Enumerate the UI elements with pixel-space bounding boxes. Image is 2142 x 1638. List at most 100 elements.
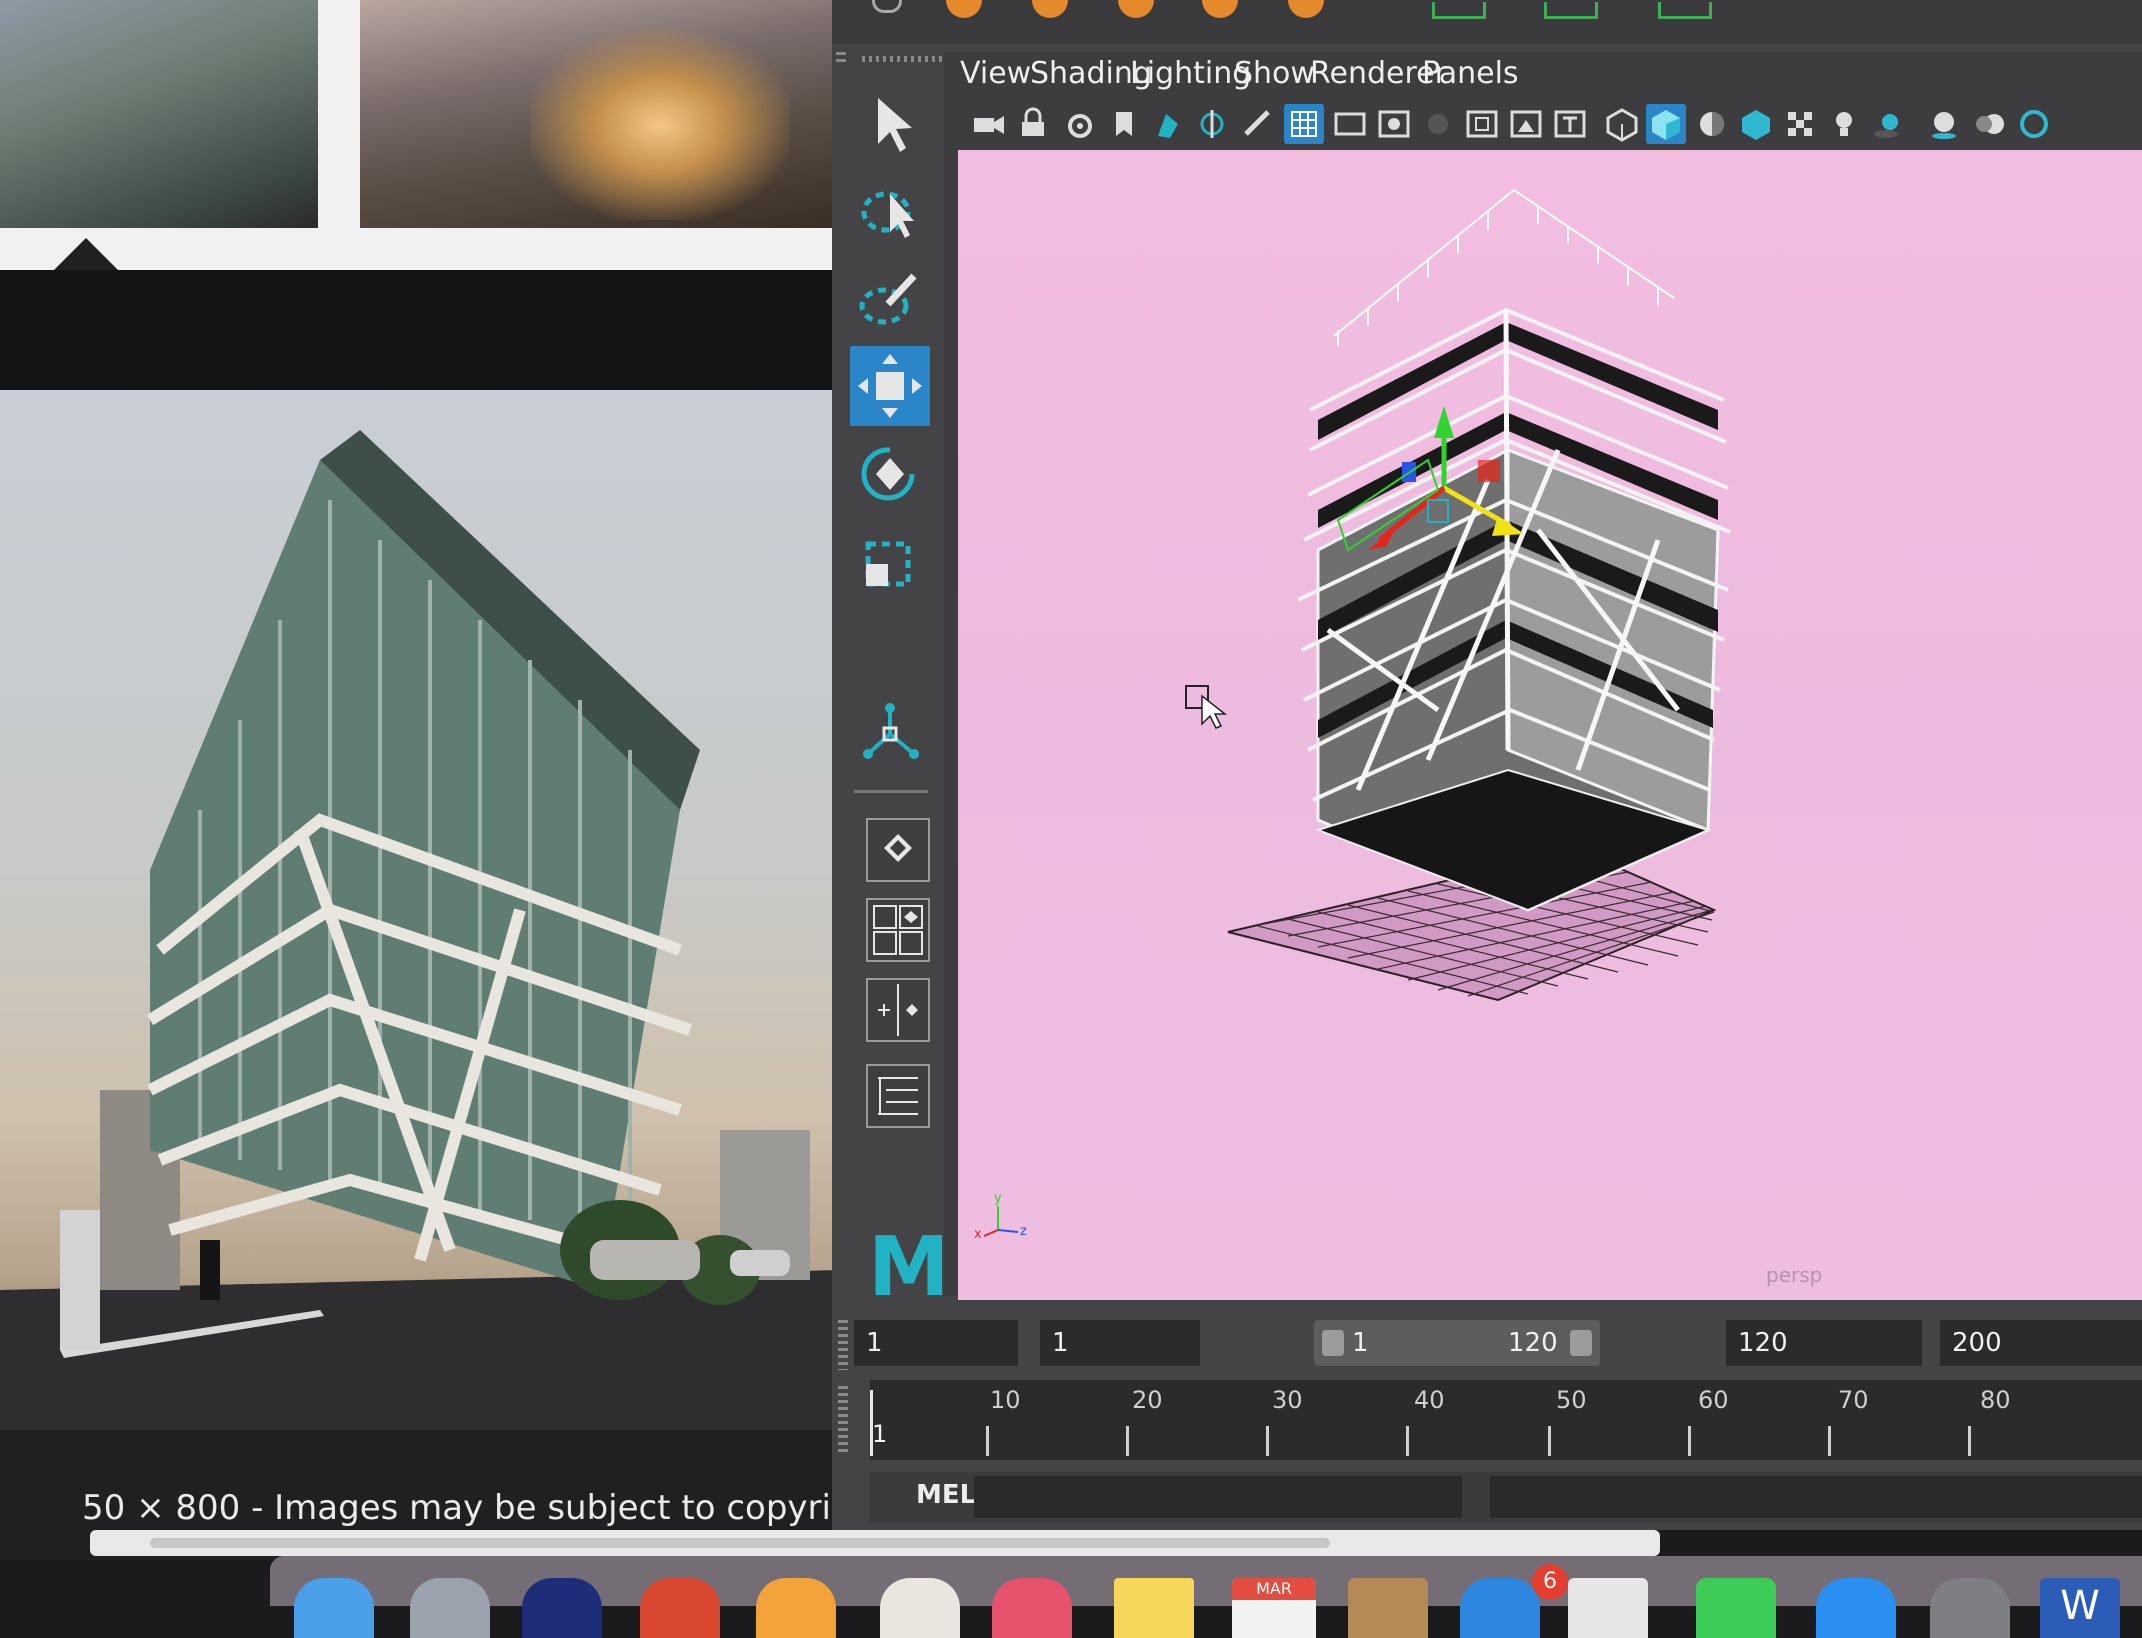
- use-all-lights-icon[interactable]: [1824, 104, 1864, 144]
- four-view-layout-icon[interactable]: [866, 898, 930, 962]
- chrome-icon[interactable]: [640, 1578, 720, 1638]
- select-arrow-icon[interactable]: [850, 84, 930, 164]
- word-icon[interactable]: W: [2040, 1578, 2120, 1638]
- image-plane-icon[interactable]: [1148, 104, 1188, 144]
- wireframe-icon[interactable]: [1602, 104, 1642, 144]
- browser-window: 50 × 800 - Images may be subject to copy…: [0, 0, 887, 1560]
- gear-icon[interactable]: [872, 0, 902, 13]
- shelf-tool-icon[interactable]: [946, 0, 982, 18]
- outliner-layout-icon[interactable]: [866, 1064, 930, 1128]
- mail-icon[interactable]: [1460, 1578, 1540, 1638]
- motion-blur-icon[interactable]: [1970, 104, 2010, 144]
- shelf-tool-icon[interactable]: [1288, 0, 1324, 18]
- anti-alias-icon[interactable]: [2014, 104, 2054, 144]
- timeline-tick: [1406, 1426, 1409, 1456]
- bookmark-icon[interactable]: [1104, 104, 1144, 144]
- viewport-panel: View Shading Lighting Show Renderer Pane…: [944, 52, 2142, 1300]
- screen-space-ao-icon[interactable]: [1924, 104, 1964, 144]
- shelf-tool-icon[interactable]: [1032, 0, 1068, 18]
- camera-select-icon[interactable]: [968, 104, 1008, 144]
- default-lighting-icon[interactable]: [1692, 104, 1732, 144]
- building-photo-preview[interactable]: [0, 390, 840, 1430]
- image-thumbnail[interactable]: [0, 0, 318, 228]
- app-store-icon[interactable]: [1816, 1578, 1896, 1638]
- shelf-bracket-icon[interactable]: [1544, 2, 1598, 19]
- time-range-slider[interactable]: 1 120: [1314, 1320, 1600, 1366]
- perspective-viewport[interactable]: y x z persp: [958, 150, 2142, 1300]
- scale-tool-icon[interactable]: [850, 522, 930, 602]
- timeline-tick-label: 80: [1980, 1386, 2011, 1414]
- range-handle-start[interactable]: [1322, 1330, 1344, 1356]
- timeline-grip[interactable]: [838, 1386, 848, 1456]
- shelf-bracket-icon[interactable]: [1658, 2, 1712, 19]
- timeline-tick-label: 50: [1556, 1386, 1587, 1414]
- playback-end-field[interactable]: 120: [1726, 1320, 1922, 1366]
- 2d-pan-zoom-icon[interactable]: [1192, 104, 1232, 144]
- textured-icon[interactable]: [1736, 104, 1776, 144]
- rotate-tool-icon[interactable]: [850, 434, 930, 514]
- timeline-tick: [986, 1426, 989, 1456]
- calendar-icon[interactable]: MAR: [1232, 1578, 1316, 1638]
- photos-icon[interactable]: [756, 1578, 836, 1638]
- timeline-tick-label: 20: [1132, 1386, 1163, 1414]
- timeline-tick: [1266, 1426, 1269, 1456]
- system-preferences-icon[interactable]: [1930, 1578, 2010, 1638]
- timeline-tick: [1968, 1426, 1971, 1456]
- finder-icon[interactable]: [294, 1578, 374, 1638]
- shelf-bracket-icon[interactable]: [1432, 2, 1486, 19]
- command-input[interactable]: [974, 1476, 1462, 1518]
- range-grip[interactable]: [838, 1320, 848, 1370]
- camera-attributes-icon[interactable]: [1060, 104, 1100, 144]
- shelf-tool-icon[interactable]: [1202, 0, 1238, 18]
- selection-pointer: [52, 238, 120, 272]
- grease-pencil-icon[interactable]: [1236, 104, 1276, 144]
- siri-icon[interactable]: [522, 1578, 602, 1638]
- lasso-select-icon[interactable]: [850, 172, 930, 252]
- toolbox: [832, 64, 952, 1324]
- film-gate-icon[interactable]: [1330, 104, 1370, 144]
- pet-app-icon[interactable]: [880, 1578, 960, 1638]
- image-results-strip: [0, 0, 840, 270]
- soft-mod-icon[interactable]: [850, 694, 930, 774]
- shadows-icon[interactable]: [1868, 104, 1908, 144]
- panel-toolbar: [944, 98, 2142, 150]
- animation-start-field[interactable]: 1: [854, 1320, 1018, 1366]
- mel-language-toggle[interactable]: MEL: [916, 1480, 976, 1510]
- notes-icon[interactable]: [1114, 1578, 1194, 1638]
- toolbox-grip-h[interactable]: [862, 56, 942, 62]
- xray-icon[interactable]: [1780, 104, 1820, 144]
- menu-show[interactable]: Show: [1234, 56, 1315, 91]
- range-max-label: 120: [1508, 1328, 1558, 1358]
- camera-label: persp: [1766, 1263, 1823, 1287]
- contacts-icon[interactable]: [1348, 1578, 1428, 1638]
- preview-icon[interactable]: [1568, 1578, 1648, 1638]
- single-view-layout-icon[interactable]: [866, 818, 930, 882]
- safe-action-icon[interactable]: [1506, 104, 1546, 144]
- browser-scrollbar[interactable]: [90, 1530, 1660, 1556]
- two-view-layout-icon[interactable]: [866, 978, 930, 1042]
- time-slider[interactable]: 1 10 20 30 40 50 60 70 80: [870, 1380, 2142, 1460]
- shelf-tool-icon[interactable]: [1118, 0, 1154, 18]
- paint-select-icon[interactable]: [850, 260, 930, 340]
- image-thumbnail[interactable]: [360, 0, 840, 228]
- resolution-gate-icon[interactable]: [1374, 104, 1414, 144]
- gate-mask-icon[interactable]: [1418, 104, 1458, 144]
- range-handle-end[interactable]: [1570, 1330, 1592, 1356]
- field-chart-icon[interactable]: [1462, 104, 1502, 144]
- launchpad-icon[interactable]: [410, 1578, 490, 1638]
- menu-view[interactable]: View: [960, 56, 1031, 91]
- panel-menubar: View Shading Lighting Show Renderer Pane…: [944, 52, 2142, 100]
- safe-title-icon[interactable]: [1550, 104, 1590, 144]
- grid-toggle-icon[interactable]: [1284, 104, 1324, 144]
- menu-panels[interactable]: Panels: [1422, 56, 1519, 91]
- playback-start-field[interactable]: 1: [1040, 1320, 1200, 1366]
- timeline-tick-label: 70: [1838, 1386, 1869, 1414]
- smooth-shade-icon[interactable]: [1646, 104, 1686, 144]
- move-tool-icon[interactable]: [850, 346, 930, 426]
- calendar-month: MAR: [1232, 1578, 1316, 1600]
- music-icon[interactable]: [992, 1578, 1072, 1638]
- animation-end-field[interactable]: 200: [1940, 1320, 2142, 1366]
- camera-lock-icon[interactable]: [1014, 104, 1054, 144]
- scrollbar-thumb[interactable]: [150, 1538, 1330, 1548]
- messages-icon[interactable]: [1696, 1578, 1776, 1638]
